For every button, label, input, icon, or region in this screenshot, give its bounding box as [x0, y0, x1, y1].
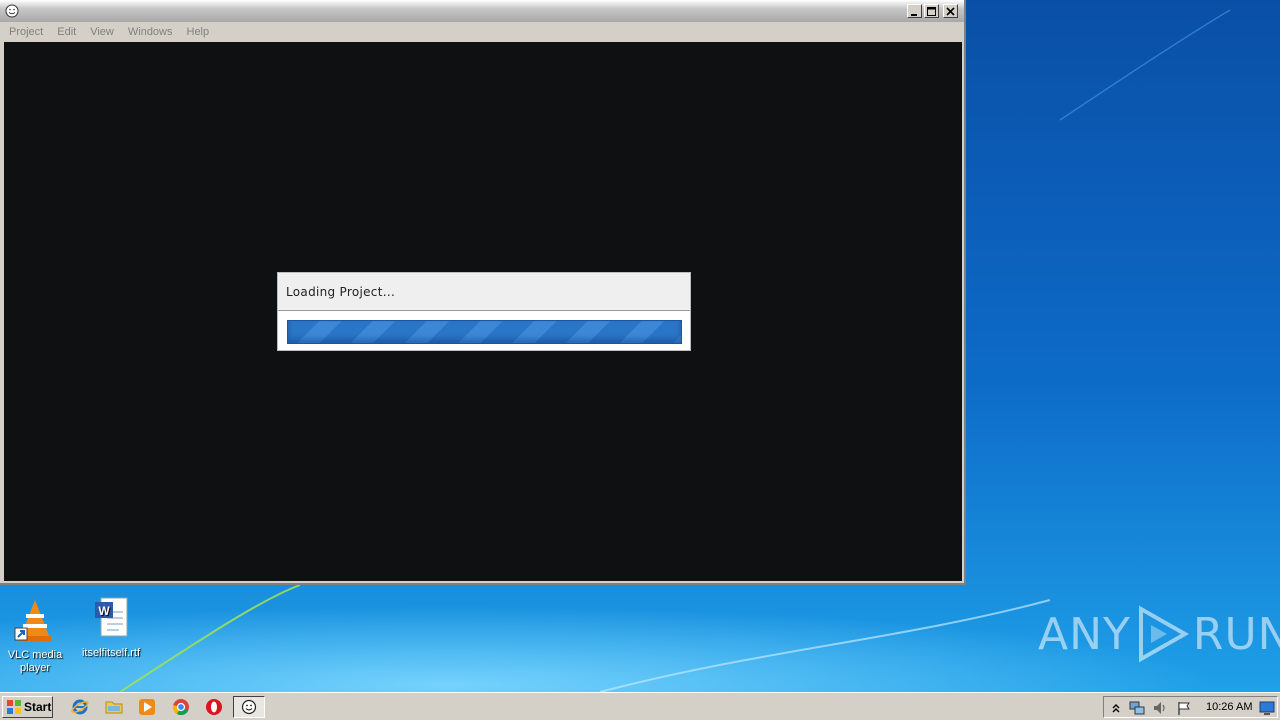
watermark-left-text: ANY: [1038, 608, 1131, 660]
menu-view[interactable]: View: [85, 26, 119, 38]
tray-show-hidden[interactable]: [1108, 700, 1124, 716]
menu-bar: Project Edit View Windows Help: [0, 22, 964, 41]
volume-icon: [1154, 702, 1165, 714]
tray-network[interactable]: [1129, 700, 1145, 716]
dialog-header: Loading Project...: [278, 273, 690, 311]
clock: 10:26 AM: [1206, 701, 1253, 713]
desktop-icon-vlc[interactable]: VLC media player: [0, 596, 70, 675]
dialog-title: Loading Project...: [286, 285, 396, 299]
show-desktop-icon: [1259, 701, 1275, 715]
maximize-icon: [927, 6, 936, 16]
show-desktop-button[interactable]: [1259, 700, 1275, 716]
progress-fill: [288, 321, 681, 343]
menu-help[interactable]: Help: [182, 26, 215, 38]
anyrun-watermark: ANY RUN: [1038, 605, 1280, 663]
show-hidden-icons-icon: [1112, 704, 1120, 713]
action-center-flag-icon: [1178, 702, 1190, 715]
chrome-icon: [172, 699, 189, 716]
quick-launch-ie[interactable]: [70, 697, 90, 717]
smiley-app-icon: [241, 699, 257, 715]
progress-bar: [287, 320, 682, 344]
play-logo-icon: [1138, 605, 1189, 663]
windows-logo-icon: [7, 700, 21, 714]
network-icon: [1129, 701, 1145, 715]
quick-launch-media-player[interactable]: [137, 697, 157, 717]
minimize-icon: [911, 13, 917, 16]
menu-edit[interactable]: Edit: [52, 26, 81, 38]
opera-icon: [206, 699, 222, 715]
start-button[interactable]: Start: [2, 696, 53, 718]
folder-icon: [105, 701, 123, 714]
quick-launch-chrome[interactable]: [171, 697, 191, 717]
svg-text:W: W: [98, 604, 110, 618]
desktop-icon-rtf[interactable]: W itselfitself.rtf: [76, 596, 146, 660]
tray-volume[interactable]: [1152, 700, 1168, 716]
media-player-icon: [139, 699, 155, 715]
close-button[interactable]: [943, 4, 958, 18]
maximize-button[interactable]: [924, 4, 939, 18]
close-icon: [946, 6, 955, 16]
tray-action-center[interactable]: [1176, 700, 1192, 716]
title-bar[interactable]: [0, 0, 964, 22]
menu-project[interactable]: Project: [4, 26, 48, 38]
desktop-icon-label: VLC media player: [7, 649, 63, 674]
desktop-icon-label: itselfitself.rtf: [81, 647, 141, 659]
app-window: Project Edit View Windows Help Loading P…: [0, 0, 966, 585]
menu-windows[interactable]: Windows: [123, 26, 178, 38]
quick-launch-explorer[interactable]: [104, 697, 124, 717]
system-tray: 10:26 AM: [1103, 696, 1278, 718]
internet-explorer-icon: [71, 699, 89, 715]
loading-dialog: Loading Project...: [277, 272, 691, 351]
taskbar-active-app[interactable]: [233, 696, 265, 718]
quick-launch-opera[interactable]: [204, 697, 224, 717]
word-document-icon: W: [95, 597, 128, 637]
taskbar: Start 10:26 AM: [0, 692, 1280, 720]
start-label: Start: [24, 700, 52, 714]
minimize-button[interactable]: [907, 4, 922, 18]
smiley-app-icon: [5, 4, 19, 18]
watermark-right-text: RUN: [1192, 608, 1280, 660]
vlc-icon: [14, 600, 51, 641]
